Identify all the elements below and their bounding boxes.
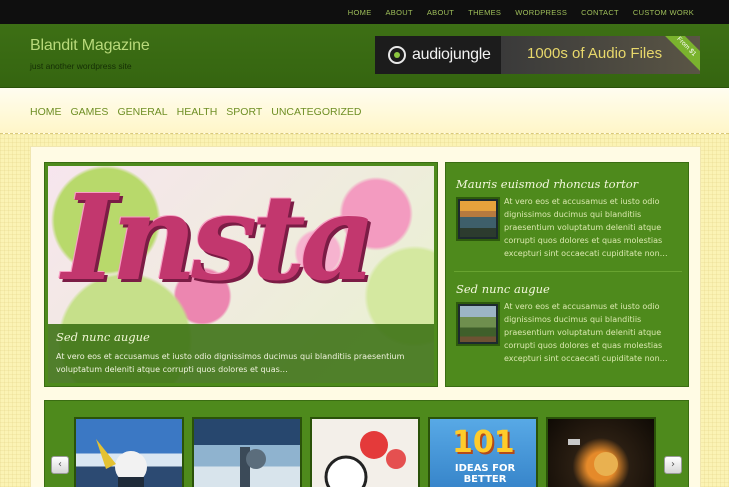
top-nav-contact[interactable]: CONTACT [574,8,626,17]
carousel-thumb-4[interactable]: 101 IDEAS FOR BETTER [428,417,538,487]
carousel-thumb-5[interactable] [546,417,656,487]
divider [454,271,682,272]
chevron-right-icon[interactable]: › [664,456,682,474]
nav-games[interactable]: GAMES [71,106,109,118]
side-post-excerpt: At vero eos et accusamus et iusto odio d… [504,302,668,363]
side-post-title[interactable]: Sed nunc augue [456,282,550,296]
carousel-thumb-2[interactable] [192,417,302,487]
carousel-thumb-3[interactable] [310,417,420,487]
hearts-illustration [324,431,406,487]
ad-banner[interactable]: audiojungle 1000s of Audio Files From $1 [375,36,700,74]
fantasy-illustration [240,447,266,487]
side-posts: Mauris euismod rhoncus tortor At vero eo… [445,162,689,387]
top-nav-home[interactable]: HOME [341,8,379,17]
top-nav-themes[interactable]: THEMES [461,8,508,17]
top-nav-wordpress[interactable]: WORDPRESS [508,8,574,17]
top-nav-about-2[interactable]: ABOUT [420,8,461,17]
abstract-illustration [568,439,618,476]
top-nav-about[interactable]: ABOUT [379,8,420,17]
featured-title[interactable]: Sed nunc augue [56,330,150,344]
side-post-thumbnail[interactable] [456,197,500,241]
nav-general[interactable]: GENERAL [117,106,167,118]
character-illustration [96,439,147,487]
top-nav-custom-work[interactable]: CUSTOM WORK [626,8,701,17]
site-title[interactable]: Blandit Magazine [30,37,150,55]
site-tagline: just another wordpress site [30,61,132,71]
thumbnail-carousel: ‹ 101 IDEAS FOR BETTER › [44,400,689,487]
side-post-thumbnail[interactable] [456,302,500,346]
thumb-headline-text: IDEAS FOR BETTER [454,463,516,485]
carousel-thumb-1[interactable] [74,417,184,487]
chevron-left-icon[interactable]: ‹ [51,456,69,474]
nav-uncategorized[interactable]: UNCATEGORIZED [271,106,361,118]
side-post-excerpt: At vero eos et accusamus et iusto odio d… [504,197,668,258]
main-nav: HOME GAMES GENERAL HEALTH SPORT UNCATEGO… [0,88,729,134]
side-post-1: Mauris euismod rhoncus tortor At vero eo… [456,173,682,258]
top-nav: HOME ABOUT ABOUT THEMES WORDPRESS CONTAC… [341,0,701,24]
side-post-2: Sed nunc augue At vero eos et accusamus … [456,278,682,363]
landscape-image [460,306,496,342]
side-post-title[interactable]: Mauris euismod rhoncus tortor [456,177,638,191]
audiojungle-logo-icon [388,46,406,64]
site-header: Blandit Magazine just another wordpress … [0,24,729,88]
content-area: Insta Sed nunc augue At vero eos et accu… [30,146,701,487]
thumb-headline-number: 101 [452,425,515,460]
featured-post[interactable]: Insta Sed nunc augue At vero eos et accu… [44,162,438,387]
banner-offer-text: 1000s of Audio Files [527,45,663,62]
featured-excerpt: At vero eos et accusamus et iusto odio d… [56,352,405,374]
featured-image-lettering: Insta [62,168,376,307]
featured-caption: Sed nunc augue At vero eos et accusamus … [48,324,434,383]
banner-brand: audiojungle [412,46,491,63]
top-bar: HOME ABOUT ABOUT THEMES WORDPRESS CONTAC… [0,0,729,24]
landscape-image [460,201,496,237]
nav-home[interactable]: HOME [30,106,62,118]
nav-sport[interactable]: SPORT [226,106,262,118]
nav-health[interactable]: HEALTH [177,106,218,118]
